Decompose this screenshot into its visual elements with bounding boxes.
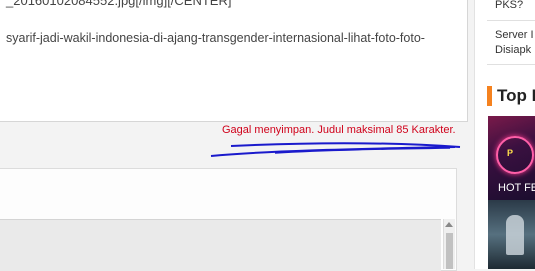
save-error-message: Gagal menyimpan. Judul maksimal 85 Karak… <box>222 124 456 136</box>
preview-content-area <box>0 219 441 271</box>
neon-sign-text: P <box>507 148 514 158</box>
post-editor-textarea[interactable]: _20160102084552.jpg[/img][/CENTER] syari… <box>0 0 468 122</box>
character-figure-graphic <box>506 215 524 255</box>
thumbnail-caption: HOT FE <box>498 182 535 194</box>
editor-text-line: syarif-jadi-wakil-indonesia-di-ajang-tra… <box>6 31 425 45</box>
neon-sign-graphic <box>496 136 534 174</box>
preview-panel <box>0 168 457 271</box>
sidebar-news-item[interactable]: Disiapk <box>495 44 531 57</box>
pen-scribble-annotation <box>210 142 461 157</box>
scroll-up-arrow-icon[interactable] <box>445 222 453 227</box>
scrollbar-thumb[interactable] <box>446 233 453 269</box>
section-accent-bar <box>487 86 492 106</box>
sidebar-news-item[interactable]: PKS? <box>495 0 523 12</box>
editor-text-line: _20160102084552.jpg[/img][/CENTER] <box>6 0 232 8</box>
right-sidebar: PKS? Server I Disiapk Top I P HOT FE <box>474 0 535 269</box>
divider <box>487 64 535 65</box>
news-thumbnail[interactable] <box>488 200 535 269</box>
sidebar-news-item[interactable]: Server I <box>495 29 534 42</box>
news-thumbnail[interactable]: P HOT FE <box>488 116 535 200</box>
vertical-scrollbar[interactable] <box>443 219 455 269</box>
divider <box>487 20 535 21</box>
section-title: Top I <box>497 86 535 105</box>
